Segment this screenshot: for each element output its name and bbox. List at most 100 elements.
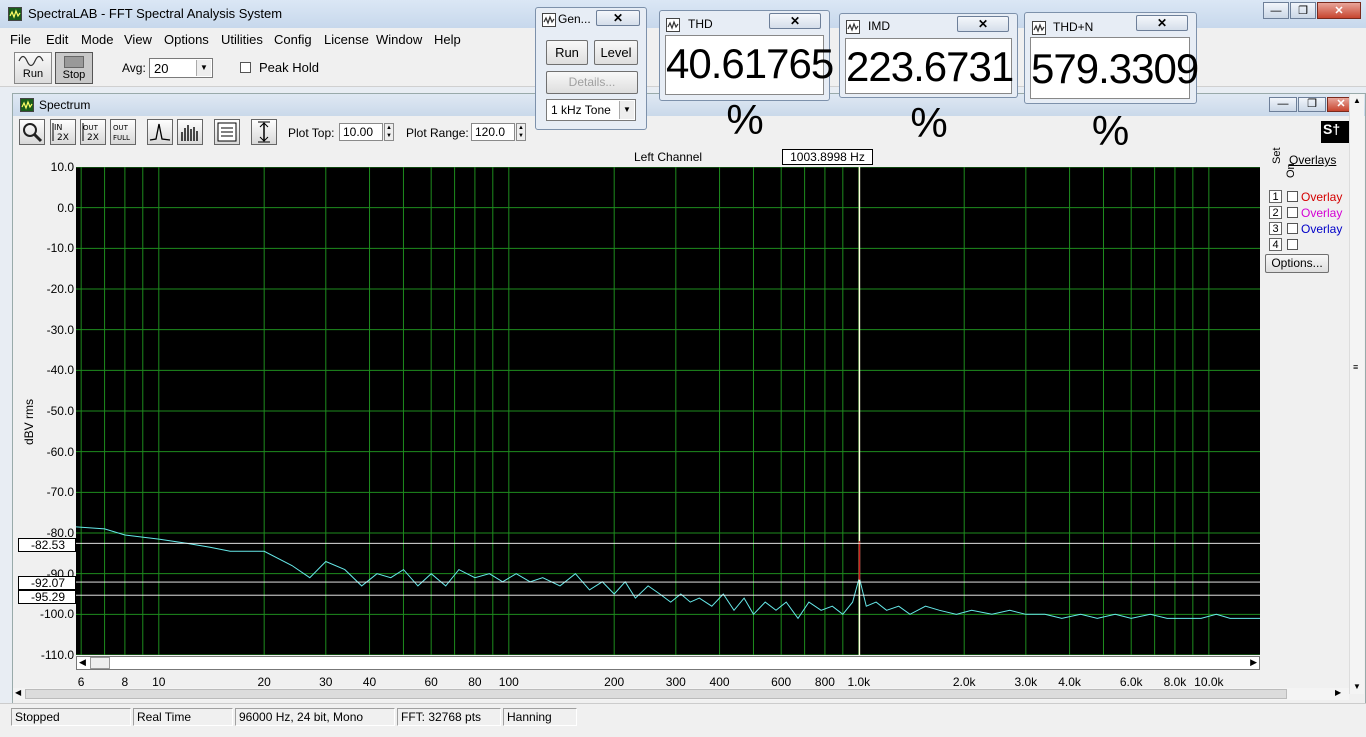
cursor-frequency-readout: 1003.8998 Hz <box>782 149 873 165</box>
x-tick-label: 8.0k <box>1163 675 1187 689</box>
plot-properties-icon[interactable] <box>214 119 240 145</box>
overlays-set-label: Set <box>1271 147 1283 164</box>
plot-top-label: Plot Top: <box>288 126 335 140</box>
x-tick-label: 400 <box>709 675 730 689</box>
scroll-down-icon[interactable]: ▼ <box>1353 682 1361 691</box>
spectrum-plot[interactable] <box>76 167 1260 655</box>
overlay-3-label: Overlay <box>1301 222 1343 236</box>
x-tick-label: 10 <box>152 675 166 689</box>
peak-hold-checkbox[interactable] <box>240 62 251 73</box>
close-icon[interactable]: ✕ <box>957 16 1009 32</box>
plot-range-spinner-icon[interactable]: ▲ ▼ <box>516 123 526 141</box>
avg-value: 20 <box>154 61 169 76</box>
thdn-meter-window: THD+N ✕ 579.3309 % <box>1024 12 1199 154</box>
scroll-thumb-grip-icon[interactable]: ≡ <box>1353 362 1358 372</box>
thd-icon <box>666 18 680 32</box>
x-axis-ticks: 6 8 10 20 30 40 60 80 100 200 300 400 600 800 1.0k 2.0k… <box>0 0 1366 689</box>
menu-config[interactable]: Config <box>274 32 312 47</box>
status-mode: Real Time <box>133 708 233 726</box>
thd-meter-window: THD ✕ 40.61765 % <box>659 10 834 143</box>
menu-window[interactable]: Window <box>376 32 422 47</box>
x-tick-label: 80 <box>468 675 482 689</box>
avg-select[interactable]: 20 ▼ <box>149 58 213 78</box>
x-tick-label: 4.0k <box>1058 675 1081 689</box>
generator-details-button[interactable]: Details... <box>546 71 638 94</box>
generator-tone-select[interactable]: 1 kHz Tone ▼ <box>546 99 636 121</box>
generator-icon <box>542 13 556 27</box>
plot-horizontal-scrollbar[interactable]: ◀ ▶ <box>76 656 1260 670</box>
overlay-set-1-button[interactable]: 1 <box>1269 190 1282 203</box>
x-tick-label: 3.0k <box>1014 675 1038 689</box>
menu-view[interactable]: View <box>124 32 152 47</box>
y-tick-label: -20.0 <box>46 282 74 296</box>
overlays-on-label: On <box>1285 163 1297 178</box>
y-tick-label: 0.0 <box>57 200 74 215</box>
avg-label: Avg: <box>122 61 146 75</box>
scroll-thumb[interactable] <box>25 689 1287 699</box>
bar-plot-icon[interactable] <box>177 119 203 145</box>
overlay-set-2-button[interactable]: 2 <box>1269 206 1282 219</box>
plot-scroll-thumb[interactable] <box>90 657 110 669</box>
overlay-1-checkbox[interactable] <box>1287 191 1298 202</box>
close-icon[interactable]: ✕ <box>1136 15 1188 31</box>
overlay-set-4-button[interactable]: 4 <box>1269 238 1282 251</box>
x-tick-label: 300 <box>665 675 686 689</box>
overlay-4-checkbox[interactable] <box>1287 239 1298 250</box>
menu-utilities[interactable]: Utilities <box>221 32 263 47</box>
chevron-down-icon[interactable]: ▼ <box>196 60 211 76</box>
generator-run-button[interactable]: Run <box>546 40 588 65</box>
minimize-icon[interactable]: — <box>1269 97 1297 112</box>
menu-help[interactable]: Help <box>434 32 461 47</box>
svg-text:OUT: OUT <box>113 124 129 132</box>
x-tick-label: 600 <box>771 675 792 689</box>
scroll-left-icon[interactable]: ◀ <box>79 657 86 668</box>
generator-title: Gen... <box>558 12 591 26</box>
y-tick-label: 10.0 <box>50 160 74 174</box>
window-controls: — ❐ ✕ <box>1262 2 1361 20</box>
logo-icon: S† <box>1321 121 1349 143</box>
close-icon[interactable]: ✕ <box>596 10 640 26</box>
zoom-out-full-icon[interactable]: OUT FULL <box>110 119 136 145</box>
generator-level-button[interactable]: Level <box>594 40 638 65</box>
svg-text:2X: 2X <box>87 133 99 143</box>
zoom-out-2x-icon[interactable]: OUT 2X <box>80 119 106 145</box>
y-tick-label: -50.0 <box>46 404 74 418</box>
y-tick-label: -10.0 <box>46 241 74 256</box>
restore-icon[interactable]: ❐ <box>1290 2 1316 19</box>
scroll-right-icon[interactable]: ▶ <box>1250 657 1257 668</box>
thdn-icon <box>1032 21 1046 35</box>
overlay-options-button[interactable]: Options... <box>1265 254 1329 273</box>
status-state: Stopped <box>11 708 131 726</box>
status-format: 96000 Hz, 24 bit, Mono <box>235 708 395 726</box>
vertical-scrollbar[interactable]: ▲ ≡ ▼ <box>1349 94 1364 694</box>
menu-options[interactable]: Options <box>164 32 209 47</box>
scroll-up-icon[interactable]: ▲ <box>1353 96 1361 105</box>
chevron-down-icon[interactable]: ▼ <box>619 101 634 119</box>
menu-license[interactable]: License <box>324 32 369 47</box>
auto-scale-icon[interactable] <box>251 119 277 145</box>
menu-mode[interactable]: Mode <box>81 32 114 47</box>
horizontal-scrollbar[interactable]: ◀ ▶ <box>13 688 1349 700</box>
line-plot-icon[interactable] <box>147 119 173 145</box>
restore-icon[interactable]: ❐ <box>1298 97 1326 112</box>
plot-range-input[interactable]: 120.0 <box>471 123 515 141</box>
minimize-icon[interactable]: — <box>1263 2 1289 19</box>
x-tick-label: 40 <box>362 675 377 689</box>
x-tick-label: 2.0k <box>952 675 976 689</box>
overlay-set-3-button[interactable]: 3 <box>1269 222 1282 235</box>
marker-readout-2: -92.07 <box>18 576 76 590</box>
plot-top-input[interactable]: 10.00 <box>339 123 383 141</box>
svg-text:FULL: FULL <box>113 134 130 142</box>
x-tick-label: 60 <box>424 675 438 689</box>
thd-value: 40.61765 % <box>665 35 834 143</box>
overlay-2-label: Overlay <box>1301 206 1343 220</box>
peak-hold-label: Peak Hold <box>259 60 319 75</box>
close-icon[interactable]: ✕ <box>1317 2 1361 19</box>
close-icon[interactable]: ✕ <box>769 13 821 29</box>
overlay-3-checkbox[interactable] <box>1287 223 1298 234</box>
spectrum-plot-svg <box>76 167 1260 655</box>
plot-top-spinner-icon[interactable]: ▲ ▼ <box>384 123 394 141</box>
overlay-2-checkbox[interactable] <box>1287 207 1298 218</box>
scroll-right-icon[interactable]: ▶ <box>1335 688 1341 697</box>
x-tick-label: 20 <box>257 675 271 689</box>
